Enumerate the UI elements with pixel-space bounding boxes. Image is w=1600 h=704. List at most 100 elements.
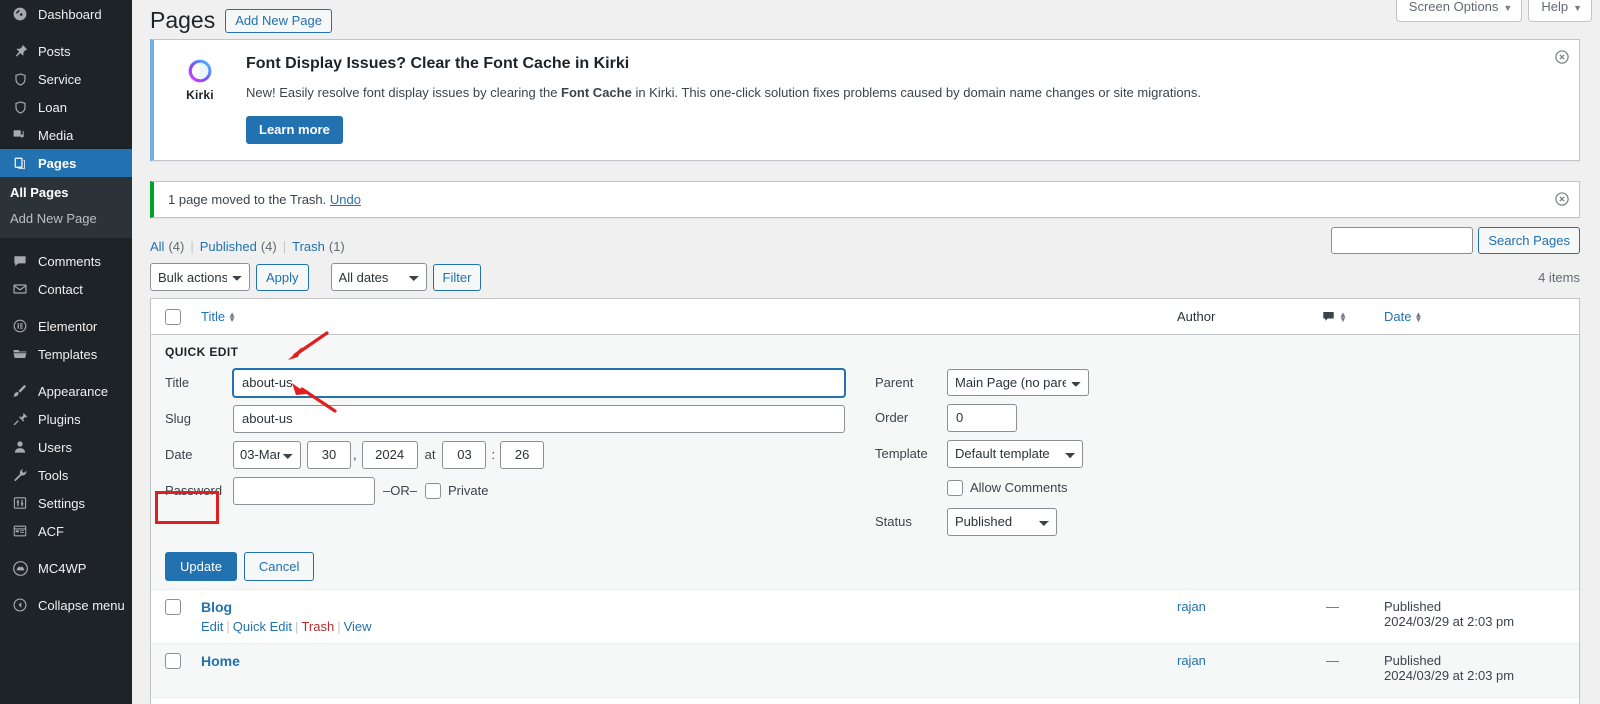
help-button[interactable]: Help▼ — [1528, 0, 1592, 22]
trash-notice: 1 page moved to the Trash. Undo — [150, 181, 1580, 218]
row-title-link[interactable]: Blog — [201, 599, 232, 615]
sidebar-item-label: Loan — [38, 100, 67, 115]
row-comments-cell: — — [1312, 589, 1374, 643]
sidebar-item-service[interactable]: Service — [0, 65, 132, 93]
date-hour-input[interactable] — [442, 441, 486, 469]
sidebar-item-pages[interactable]: Pages — [0, 149, 132, 177]
allow-comments-label: Allow Comments — [970, 480, 1068, 495]
sort-by-date-link[interactable]: Date ▲▼ — [1384, 309, 1422, 324]
sidebar-item-users[interactable]: Users — [0, 433, 132, 461]
row-checkbox-cell — [151, 589, 191, 643]
table-row: Home Edit|Quick Edit|Trash|View rajan — … — [151, 643, 1579, 697]
screen-meta-links: Screen Options▼ Help▼ — [1396, 0, 1592, 22]
undo-link[interactable]: Undo — [330, 192, 361, 207]
envelope-icon — [10, 279, 30, 299]
view-trash-link[interactable]: Trash — [292, 239, 325, 254]
sidebar-item-posts[interactable]: Posts — [0, 37, 132, 65]
row-action-edit[interactable]: Edit — [201, 619, 223, 634]
sidebar-subitem-label: Add New Page — [10, 211, 97, 226]
sort-indicator-icon[interactable]: ▲▼ — [1339, 312, 1347, 322]
table-row: Blog Edit|Quick Edit|Trash|View rajan — … — [151, 589, 1579, 643]
date-minute-input[interactable] — [500, 441, 544, 469]
sort-by-title-link[interactable]: Title ▲▼ — [201, 309, 236, 324]
allow-comments-checkbox[interactable] — [947, 480, 963, 496]
screen-options-button[interactable]: Screen Options▼ — [1396, 0, 1523, 22]
kirki-ring-icon — [187, 58, 213, 84]
update-button[interactable]: Update — [165, 552, 237, 581]
row-action-trash[interactable]: Trash — [301, 619, 334, 634]
parent-select[interactable]: Main Page (no parent) — [947, 369, 1089, 396]
quick-edit-form: QUICK EDIT Title Slug — [151, 335, 1579, 589]
title-column-label: Title — [201, 309, 225, 324]
learn-more-button[interactable]: Learn more — [246, 116, 343, 144]
cancel-button[interactable]: Cancel — [244, 552, 314, 581]
quick-edit-order-field: Order — [875, 404, 1567, 432]
sidebar-item-templates[interactable]: Templates — [0, 340, 132, 368]
row-checkbox[interactable] — [165, 653, 181, 669]
view-all-link[interactable]: All — [150, 239, 164, 254]
sidebar-item-tools[interactable]: Tools — [0, 461, 132, 489]
date-year-input[interactable] — [362, 441, 418, 469]
view-all: All(4)| — [150, 239, 200, 254]
row-author-link[interactable]: rajan — [1177, 653, 1206, 668]
sidebar-separator — [0, 368, 132, 377]
title-column-header: Title ▲▼ — [191, 299, 1167, 335]
sidebar-item-settings[interactable]: Settings — [0, 489, 132, 517]
media-icon — [10, 125, 30, 145]
sidebar-item-contact[interactable]: Contact — [0, 275, 132, 303]
date-day-input[interactable] — [307, 441, 351, 469]
select-all-checkbox[interactable] — [165, 309, 181, 325]
table-body: QUICK EDIT Title Slug — [151, 335, 1579, 704]
row-action-view[interactable]: View — [344, 619, 372, 634]
quick-edit-right-column: Parent Main Page (no parent) Order — [865, 369, 1567, 544]
wrench-icon — [10, 465, 30, 485]
sidebar-item-elementor[interactable]: Elementor — [0, 312, 132, 340]
slug-input[interactable] — [233, 405, 845, 433]
sidebar-item-collapse-menu[interactable]: Collapse menu — [0, 591, 132, 619]
sidebar-item-dashboard[interactable]: Dashboard — [0, 0, 132, 28]
sliders-icon — [10, 493, 30, 513]
private-checkbox[interactable] — [425, 483, 441, 499]
row-author-link[interactable]: rajan — [1177, 599, 1206, 614]
sidebar-item-all-pages[interactable]: All Pages — [0, 180, 132, 206]
date-filter-select[interactable]: All dates — [331, 263, 427, 291]
quick-edit-password-field: Password –OR– Private — [165, 477, 865, 505]
date-comma: , — [353, 447, 357, 462]
title-input[interactable] — [233, 369, 845, 397]
sidebar-item-add-new-page[interactable]: Add New Page — [0, 206, 132, 232]
dismiss-notice-button[interactable] — [1554, 49, 1570, 65]
sidebar-item-loan[interactable]: Loan — [0, 93, 132, 121]
status-select[interactable]: Published — [947, 508, 1057, 536]
bulk-actions-select[interactable]: Bulk actions — [150, 263, 250, 291]
tablenav-top: Bulk actions Apply All dates Filter 4 it… — [150, 262, 1580, 292]
template-select[interactable]: Default template — [947, 440, 1083, 468]
sidebar-item-plugins[interactable]: Plugins — [0, 405, 132, 433]
row-comments-cell: — — [1312, 643, 1374, 697]
view-published-count: (4) — [261, 239, 277, 254]
row-title-link[interactable]: Home — [201, 653, 240, 669]
sidebar-item-media[interactable]: Media — [0, 121, 132, 149]
row-action-quick-edit[interactable]: Quick Edit — [233, 619, 292, 634]
row-checkbox[interactable] — [165, 599, 181, 615]
kirki-notice-body: Kirki Font Display Issues? Clear the Fon… — [154, 40, 1579, 160]
sidebar-item-appearance[interactable]: Appearance — [0, 377, 132, 405]
sidebar-separator — [0, 303, 132, 312]
search-input[interactable] — [1331, 227, 1473, 254]
order-input[interactable] — [947, 404, 1017, 432]
quick-edit-parent-field: Parent Main Page (no parent) — [875, 369, 1567, 396]
date-month-select[interactable]: 03-Mar — [233, 441, 301, 469]
sidebar-item-mc4wp[interactable]: MC4WP — [0, 554, 132, 582]
search-pages-button[interactable]: Search Pages — [1478, 227, 1580, 254]
sidebar-item-acf[interactable]: ACF — [0, 517, 132, 545]
page-title: Pages — [150, 6, 215, 36]
password-input[interactable] — [233, 477, 375, 505]
sidebar-item-comments[interactable]: Comments — [0, 247, 132, 275]
filter-button[interactable]: Filter — [433, 264, 482, 291]
private-label: Private — [448, 483, 488, 498]
apply-button[interactable]: Apply — [256, 264, 309, 291]
view-published-link[interactable]: Published — [200, 239, 257, 254]
trash-notice-text: 1 page moved to the Trash. — [168, 192, 330, 207]
status-label: Status — [875, 514, 947, 529]
add-new-page-button[interactable]: Add New Page — [225, 9, 332, 33]
dismiss-notice-button[interactable] — [1554, 191, 1570, 207]
